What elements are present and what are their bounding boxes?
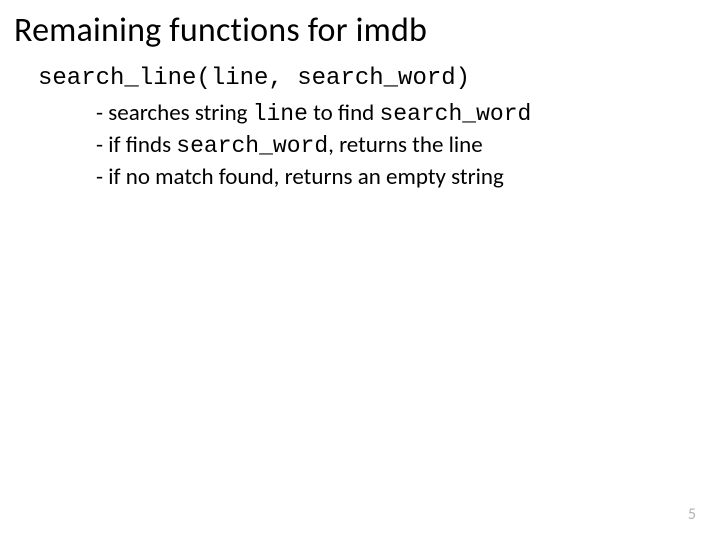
slide: Remaining functions for imdb search_line… [0, 0, 720, 540]
page-title: Remaining functions for imdb [14, 10, 700, 51]
list-item: - searches string line to find search_wo… [96, 98, 700, 130]
code-span: search_word [176, 133, 328, 159]
text: searches string [108, 99, 252, 127]
text: if no match found, returns an empty stri… [108, 163, 504, 191]
page-number: 5 [688, 505, 696, 524]
bullet-list: - searches string line to find search_wo… [96, 98, 700, 194]
text: to find [308, 99, 380, 127]
text: , returns the line [328, 131, 483, 159]
list-item: - if no match found, returns an empty st… [96, 162, 700, 194]
code-span: line [253, 101, 308, 127]
code-span: search_word [379, 101, 531, 127]
bullet-dash: - [96, 163, 108, 191]
bullet-dash: - [96, 99, 108, 127]
list-item: - if finds search_word, returns the line [96, 130, 700, 162]
bullet-dash: - [96, 131, 108, 159]
function-signature: search_line(line, search_word) [38, 65, 700, 92]
text: if finds [108, 131, 176, 159]
